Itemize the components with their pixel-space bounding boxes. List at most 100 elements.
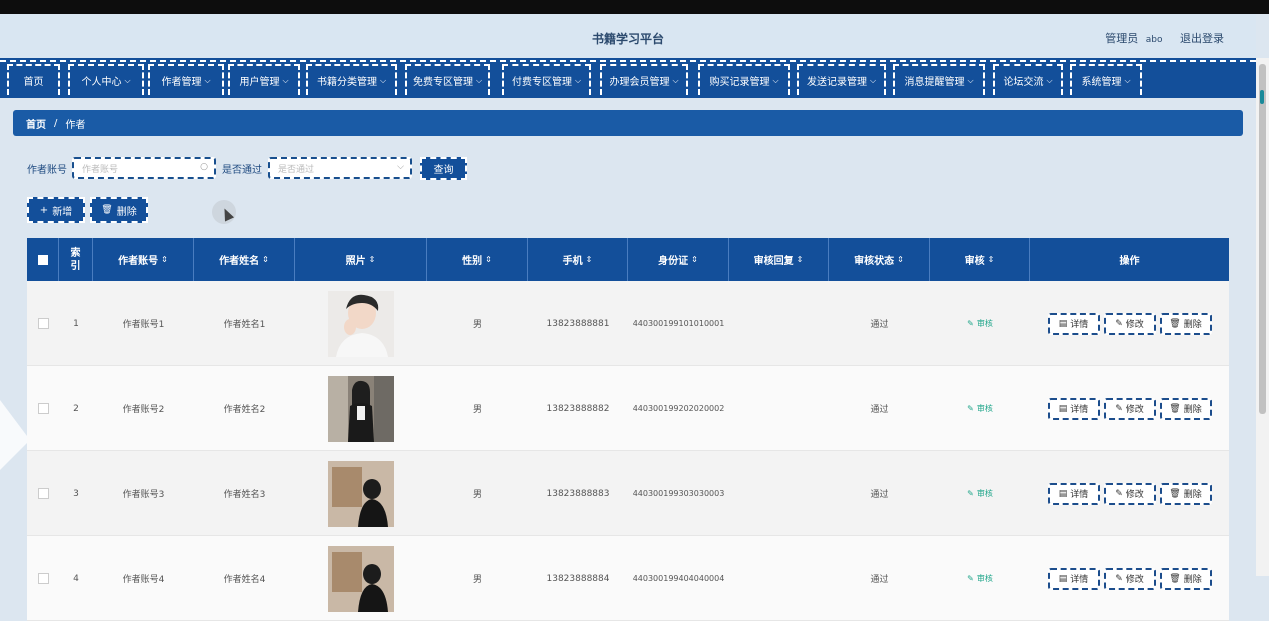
chevron-down-icon: ⌵ — [869, 75, 877, 85]
edit-button[interactable]: ✎ 修改 — [1103, 397, 1156, 420]
nav-item-free-zone[interactable]: 免费专区管理 ⌵ — [405, 64, 490, 95]
cell-id-card: 440300199101010001 — [632, 319, 725, 328]
author-photo — [328, 290, 394, 357]
cell-reply — [729, 366, 829, 451]
detail-button[interactable]: ▤ 详情 — [1047, 567, 1100, 590]
edit-button[interactable]: ✎ 修改 — [1103, 567, 1156, 590]
edit-button[interactable]: ✎ 修改 — [1103, 312, 1156, 335]
cell-photo — [295, 366, 427, 451]
select-all-cell[interactable] — [27, 238, 59, 281]
username: abo — [1145, 35, 1163, 45]
nav-item-membership[interactable]: 办理会员管理 ⌵ — [600, 64, 688, 95]
approved-select[interactable]: 是否通过 ⌵ — [268, 157, 412, 179]
row-checkbox[interactable] — [37, 403, 49, 414]
chevron-down-icon: ⌵ — [574, 75, 582, 85]
nav-item-forum[interactable]: 论坛交流 ⌵ — [993, 64, 1063, 95]
account-search-input[interactable]: 作者账号 ○ — [72, 157, 216, 179]
account-placeholder: 作者账号 — [82, 164, 119, 175]
table-row: 2 作者账号2 作者姓名2 男 13823888882 440300199202… — [27, 366, 1229, 451]
nav-item-send-records[interactable]: 发送记录管理 ⌵ — [797, 64, 886, 95]
cell-account: 作者账号3 — [122, 490, 165, 500]
cell-photo — [295, 281, 427, 366]
col-account[interactable]: 作者账号 ⇕ — [93, 238, 194, 281]
nav-item-book-category[interactable]: 书籍分类管理 ⌵ — [306, 64, 397, 95]
trash-icon: 🗑 — [1169, 403, 1181, 414]
col-phone[interactable]: 手机 ⇕ — [528, 238, 628, 281]
cell-reply — [729, 281, 829, 366]
col-photo[interactable]: 照片 ⇕ — [295, 238, 427, 281]
nav-item-author-management[interactable]: 作者管理 ⌵ — [148, 64, 224, 95]
trash-icon: 🗑 — [1169, 318, 1181, 329]
cell-index: 1 — [73, 318, 79, 329]
row-checkbox[interactable] — [37, 318, 49, 329]
chevron-down-icon: ⌵ — [672, 75, 679, 85]
cell-account: 作者账号1 — [122, 320, 165, 330]
col-id-card[interactable]: 身份证 ⇕ — [628, 238, 729, 281]
logout-button[interactable]: 退出登录 — [1180, 32, 1224, 45]
header: 书籍学习平台 管理员 abo 退出登录 — [0, 14, 1256, 58]
scrollbar-thumb[interactable] — [1259, 64, 1266, 414]
account-label: 作者账号 — [27, 165, 67, 176]
nav-item-personal-center[interactable]: 个人中心 ⌵ — [68, 64, 144, 95]
cell-status: 通过 — [870, 575, 889, 585]
breadcrumb-current: 作者 — [65, 119, 86, 131]
nav-item-system[interactable]: 系统管理 ⌵ — [1070, 64, 1142, 95]
trash-icon: 🗑 — [1169, 488, 1181, 499]
trash-icon: 🗑 — [101, 205, 113, 215]
col-status[interactable]: 审核状态 ⇕ — [829, 238, 930, 281]
cell-account: 作者账号4 — [122, 575, 165, 585]
chevron-down-icon: ⌵ — [204, 75, 211, 85]
pencil-icon: ✎ — [967, 319, 974, 328]
cell-phone: 13823888883 — [546, 488, 610, 499]
col-gender[interactable]: 性别 ⇕ — [427, 238, 528, 281]
cell-actions: ▤ 详情 ✎ 修改 🗑 删除 — [1030, 536, 1229, 621]
edit-button[interactable]: ✎ 修改 — [1103, 482, 1156, 505]
chevron-down-icon: ⌵ — [124, 75, 131, 85]
main-nav: 首页 个人中心 ⌵ 作者管理 ⌵ 用户管理 ⌵ 书籍分类管理 ⌵ 免费专区管理 ⌵ 付费专… — [0, 58, 1256, 98]
col-name[interactable]: 作者姓名 ⇕ — [194, 238, 295, 281]
breadcrumb: 首页 / 作者 — [13, 110, 1243, 136]
col-reply[interactable]: 审核回复 ⇕ — [729, 238, 829, 281]
cell-name: 作者姓名2 — [223, 405, 266, 415]
row-checkbox[interactable] — [37, 488, 49, 499]
chevron-down-icon: ⌵ — [282, 75, 289, 85]
approved-label: 是否通过 — [222, 165, 262, 176]
cell-id-card: 440300199404040004 — [632, 574, 725, 583]
cell-actions: ▤ 详情 ✎ 修改 🗑 删除 — [1030, 366, 1229, 451]
query-button[interactable]: 查询 — [420, 157, 467, 180]
nav-item-purchase-records[interactable]: 购买记录管理 ⌵ — [698, 64, 790, 95]
col-index: 索引 — [59, 238, 93, 281]
col-audit[interactable]: 审核 ⇕ — [930, 238, 1030, 281]
chevron-down-icon: ⌵ — [1124, 75, 1131, 85]
audit-link[interactable]: ✎ 审核 — [930, 366, 1030, 451]
add-button[interactable]: + 新增 — [27, 197, 85, 223]
breadcrumb-home[interactable]: 首页 — [26, 116, 46, 131]
detail-button[interactable]: ▤ 详情 — [1047, 312, 1100, 335]
delete-button[interactable]: 🗑 删除 — [1159, 567, 1212, 590]
audit-link[interactable]: ✎ 审核 — [930, 451, 1030, 536]
cell-status: 通过 — [870, 320, 889, 330]
nav-item-home[interactable]: 首页 — [7, 64, 60, 95]
col-actions: 操作 — [1119, 256, 1140, 267]
detail-button[interactable]: ▤ 详情 — [1047, 482, 1100, 505]
cell-name: 作者姓名4 — [223, 575, 266, 585]
sort-icon: ⇕ — [485, 255, 492, 264]
row-checkbox[interactable] — [37, 573, 49, 584]
audit-link[interactable]: ✎ 审核 — [930, 536, 1030, 621]
cell-gender: 男 — [472, 490, 482, 500]
batch-delete-button[interactable]: 🗑 删除 — [90, 197, 148, 223]
nav-item-paid-zone[interactable]: 付费专区管理 ⌵ — [502, 64, 591, 95]
audit-link[interactable]: ✎ 审核 — [930, 281, 1030, 366]
delete-button[interactable]: 🗑 删除 — [1159, 482, 1212, 505]
chevron-down-icon: ⌵ — [397, 162, 404, 172]
nav-item-user-management[interactable]: 用户管理 ⌵ — [228, 64, 300, 95]
user-role: 管理员 — [1105, 32, 1139, 45]
trash-icon: 🗑 — [1169, 573, 1181, 584]
nav-item-message-reminder[interactable]: 消息提醒管理 ⌵ — [893, 64, 985, 95]
scrollbar[interactable] — [1256, 58, 1269, 576]
delete-button[interactable]: 🗑 删除 — [1159, 312, 1212, 335]
delete-button[interactable]: 🗑 删除 — [1159, 397, 1212, 420]
select-all-checkbox[interactable] — [37, 254, 48, 265]
app-title: 书籍学习平台 — [591, 32, 664, 46]
detail-button[interactable]: ▤ 详情 — [1047, 397, 1100, 420]
